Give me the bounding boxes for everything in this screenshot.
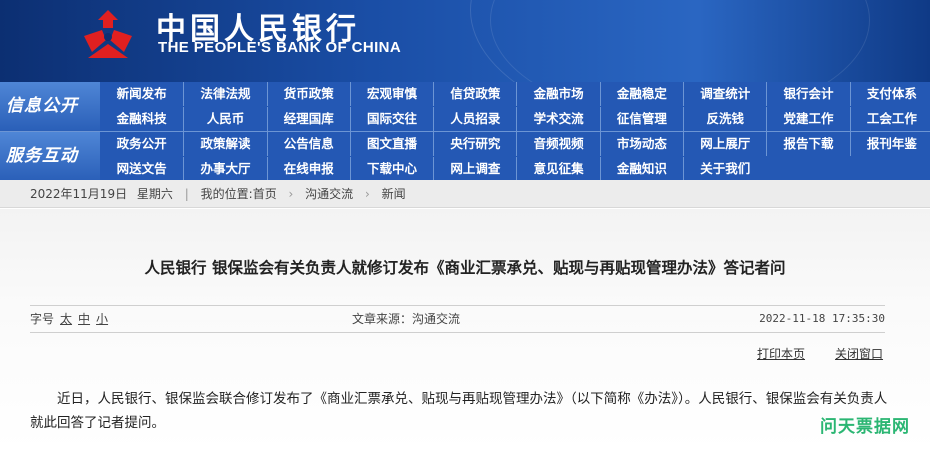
nav-row: 政务公开 政策解读 公告信息 图文直播 央行研究 音频视频 市场动态 网上展厅 … <box>100 132 930 156</box>
nav-item-bank-accounting[interactable]: 银行会计 <box>766 82 849 106</box>
chevron-right-icon: › <box>365 187 370 201</box>
nav-item-financial-stability[interactable]: 金融稳定 <box>599 82 683 106</box>
nav-group-service: 服务互动 政务公开 政策解读 公告信息 图文直播 央行研究 音频视频 市场动态 … <box>0 131 930 181</box>
nav-item-fintech[interactable]: 金融科技 <box>100 107 183 131</box>
nav-item-market-news[interactable]: 市场动态 <box>599 132 683 156</box>
breadcrumb-home-link[interactable]: 首页 <box>253 180 277 208</box>
nav-group-info: 信息公开 新闻发布 法律法规 货币政策 宏观审慎 信贷政策 金融市场 金融稳定 … <box>0 82 930 131</box>
breadcrumb-communication-link[interactable]: 沟通交流 <box>305 180 353 208</box>
nav-item-financial-knowledge[interactable]: 金融知识 <box>599 157 683 181</box>
current-weekday: 星期六 <box>136 187 173 201</box>
nav-item-macroprudential[interactable]: 宏观审慎 <box>349 82 433 106</box>
nav-item-audio-video[interactable]: 音频视频 <box>516 132 599 156</box>
nav-row: 新闻发布 法律法规 货币政策 宏观审慎 信贷政策 金融市场 金融稳定 调查统计 … <box>100 82 930 106</box>
nav-item-live-broadcast[interactable]: 图文直播 <box>349 132 433 156</box>
nav-item-online-exhibition[interactable]: 网上展厅 <box>683 132 766 156</box>
nav-item-payment-system[interactable]: 支付体系 <box>849 82 930 106</box>
font-size-small-link[interactable]: 小 <box>96 312 108 326</box>
nav-item-treasury[interactable]: 经理国库 <box>266 107 350 131</box>
print-page-link[interactable]: 打印本页 <box>757 345 805 362</box>
nav-item-credit-reference[interactable]: 征信管理 <box>599 107 683 131</box>
nav-item-credit-policy[interactable]: 信贷政策 <box>433 82 516 106</box>
nav-item-policy-interpretation[interactable]: 政策解读 <box>183 132 266 156</box>
font-size-medium-link[interactable]: 中 <box>78 312 90 326</box>
nav-item-financial-market[interactable]: 金融市场 <box>516 82 599 106</box>
watermark: 问天票据网 <box>820 417 910 437</box>
article-title: 人民银行 银保监会有关负责人就修订发布《商业汇票承兑、贴现与再贴现管理办法》答记… <box>144 259 786 277</box>
font-size-control: 字号太中小 <box>30 306 108 332</box>
nav-item-international[interactable]: 国际交往 <box>349 107 433 131</box>
nav-item-monetary-policy[interactable]: 货币政策 <box>266 82 350 106</box>
font-size-large-link[interactable]: 太 <box>60 312 72 326</box>
nav-item-report-download[interactable]: 报告下载 <box>766 132 849 156</box>
site-header: 中国人民银行 THE PEOPLE'S BANK OF CHINA <box>0 0 930 82</box>
nav-row: 网送文告 办事大厅 在线申报 下载中心 网上调查 意见征集 金融知识 关于我们 <box>100 157 766 181</box>
main-nav: 信息公开 新闻发布 法律法规 货币政策 宏观审慎 信贷政策 金融市场 金融稳定 … <box>0 82 930 181</box>
breadcrumb-news-link[interactable]: 新闻 <box>382 180 406 208</box>
article-container: 人民银行 银保监会有关负责人就修订发布《商业汇票承兑、贴现与再贴现管理办法》答记… <box>0 209 930 451</box>
nav-row: 金融科技 人民币 经理国库 国际交往 人员招录 学术交流 征信管理 反洗钱 党建… <box>100 107 930 131</box>
nav-item-research[interactable]: 央行研究 <box>433 132 516 156</box>
font-size-label: 字号 <box>30 312 55 326</box>
location-label: 我的位置: <box>200 187 253 201</box>
nav-item-online-filing[interactable]: 在线申报 <box>266 157 350 181</box>
nav-item-opinion-collection[interactable]: 意见征集 <box>516 157 599 181</box>
nav-item-statistics[interactable]: 调查统计 <box>683 82 766 106</box>
nav-item-online-survey[interactable]: 网上调查 <box>433 157 516 181</box>
separator: | <box>184 187 189 201</box>
nav-item-union-work[interactable]: 工会工作 <box>849 107 930 131</box>
nav-item-news-release[interactable]: 新闻发布 <box>100 82 183 106</box>
nav-item-download-center[interactable]: 下载中心 <box>349 157 433 181</box>
nav-item-laws[interactable]: 法律法规 <box>183 82 266 106</box>
bank-name-en: THE PEOPLE'S BANK OF CHINA <box>158 39 402 56</box>
article-body: 近日，人民银行、银保监会联合修订发布了《商业汇票承兑、贴现与再贴现管理办法》（以… <box>30 391 888 431</box>
header-decoration-2 <box>490 0 870 82</box>
article-meta-bar: 字号太中小 文章来源：沟通交流 2022-11-18 17:35:30 <box>30 305 885 333</box>
nav-item-recruitment[interactable]: 人员招录 <box>433 107 516 131</box>
nav-item-service-hall[interactable]: 办事大厅 <box>183 157 266 181</box>
article-source: 文章来源：沟通交流 <box>352 312 461 326</box>
article-date: 2022-11-18 17:35:30 <box>759 312 885 325</box>
nav-item-documents[interactable]: 网送文告 <box>100 157 183 181</box>
current-date: 2022年11月19日 <box>30 187 128 201</box>
nav-item-academic[interactable]: 学术交流 <box>516 107 599 131</box>
nav-group-title-service: 服务互动 <box>0 132 100 181</box>
nav-item-anti-money-laundering[interactable]: 反洗钱 <box>683 107 766 131</box>
nav-item-about-us[interactable]: 关于我们 <box>683 157 766 181</box>
nav-item-rmb[interactable]: 人民币 <box>183 107 266 131</box>
chevron-right-icon: › <box>288 187 294 201</box>
nav-group-title-info: 信息公开 <box>0 82 100 131</box>
close-window-link[interactable]: 关闭窗口 <box>835 345 883 362</box>
nav-item-yearbook[interactable]: 报刊年鉴 <box>849 132 930 156</box>
nav-item-gov-affairs[interactable]: 政务公开 <box>100 132 183 156</box>
nav-item-announcements[interactable]: 公告信息 <box>266 132 350 156</box>
pboc-emblem-icon[interactable] <box>72 6 144 64</box>
breadcrumb: 2022年11月19日 星期六 | 我的位置:首页 › 沟通交流 › 新闻 <box>0 180 930 208</box>
nav-item-party-building[interactable]: 党建工作 <box>766 107 849 131</box>
